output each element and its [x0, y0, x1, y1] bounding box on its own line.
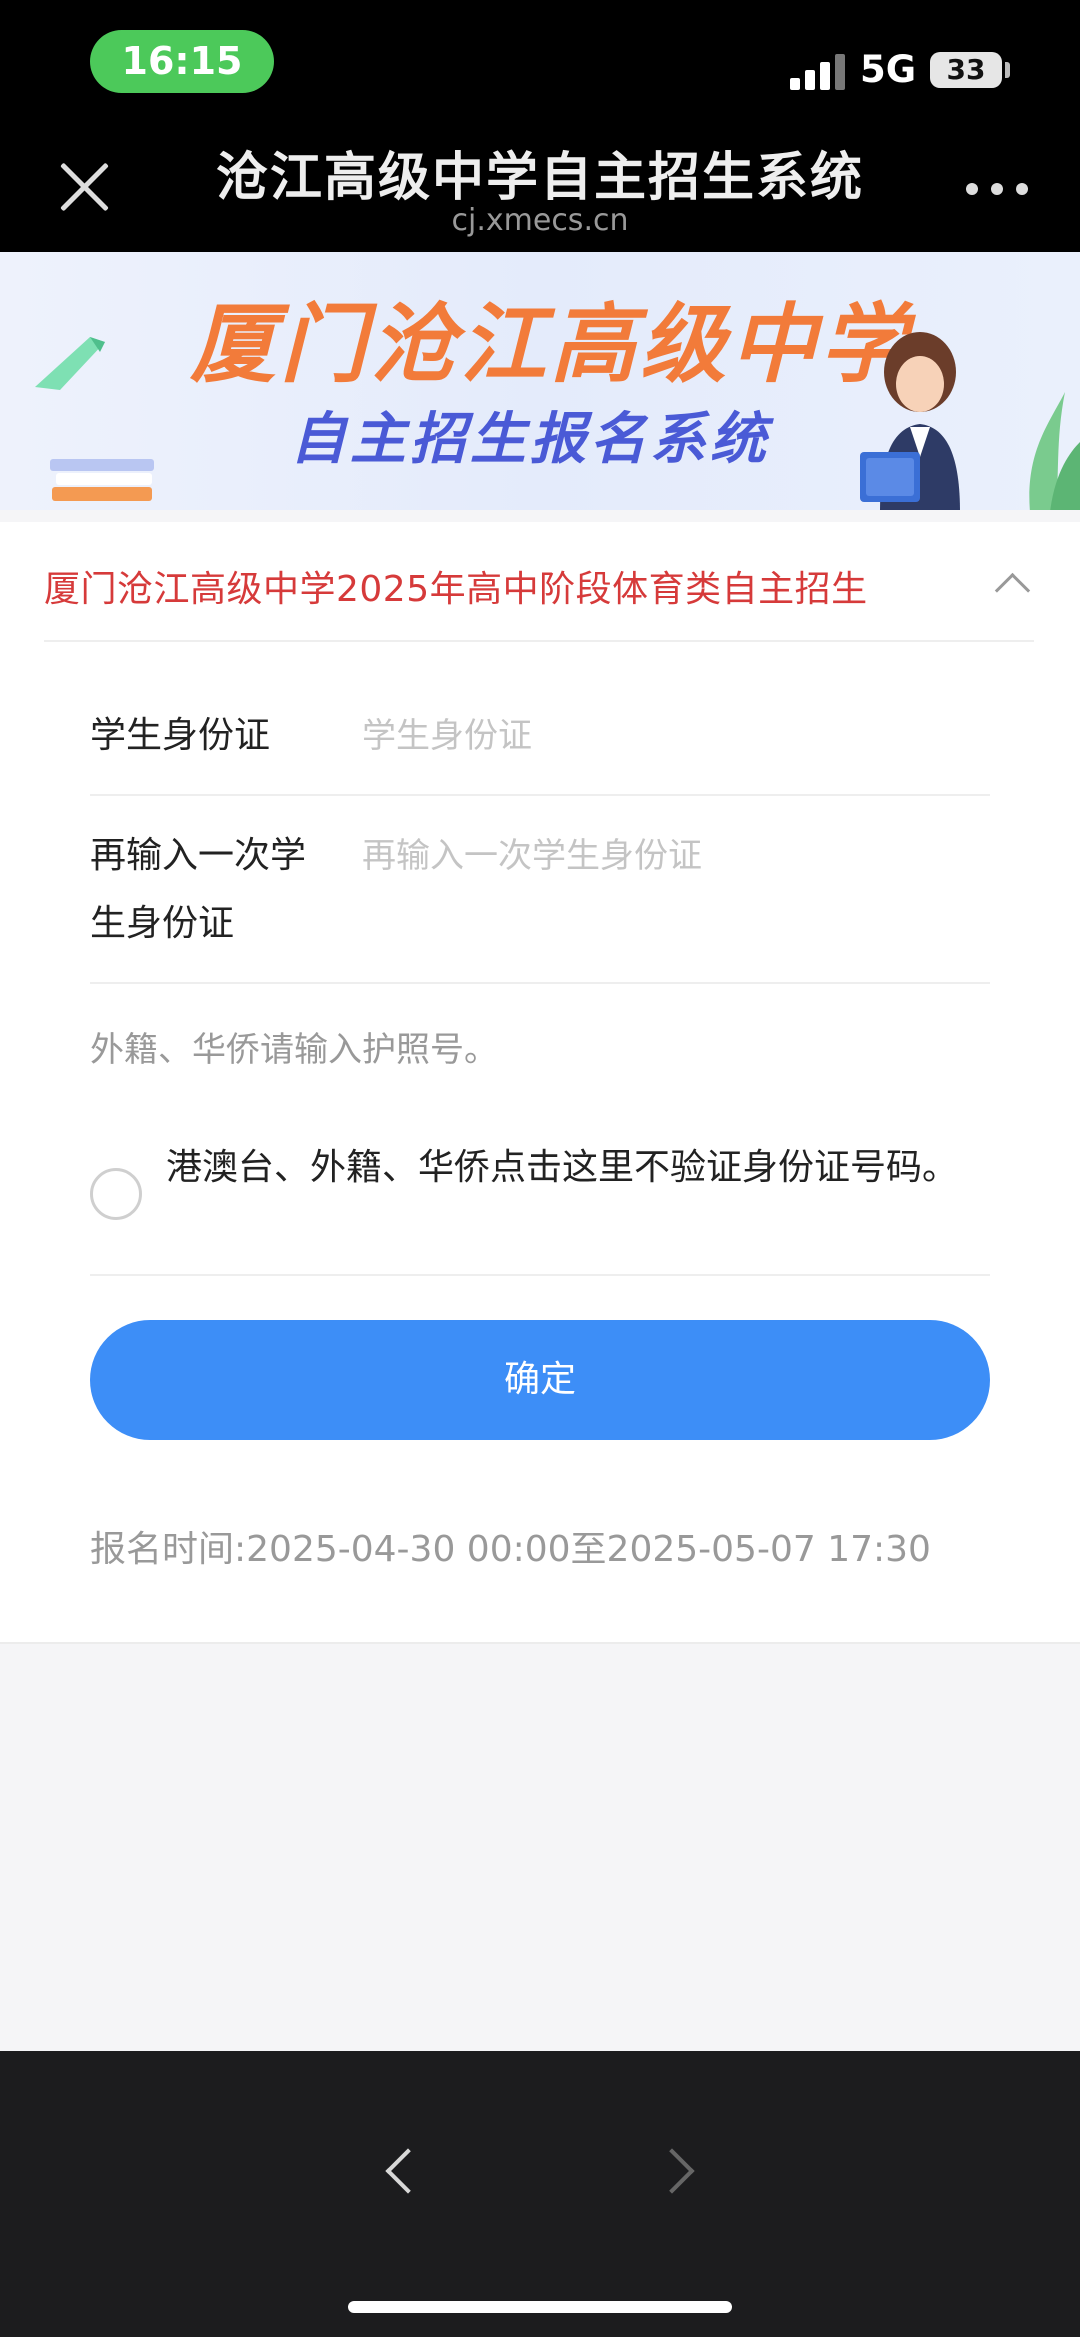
teacher-illustration-icon [860, 332, 1080, 510]
books-decoration-icon [50, 459, 154, 501]
browser-bottom-bar [0, 2051, 1080, 2337]
confirm-student-id-label: 再输入一次学生身份证 [90, 835, 307, 944]
signal-icon [790, 50, 850, 90]
registration-card: 厦门沧江高级中学2025年高中阶段体育类自主招生 学生身份证 再输入一次学生身份… [0, 522, 1080, 1644]
field-divider [90, 1274, 990, 1276]
more-icon[interactable] [966, 183, 1028, 195]
chevron-left-icon[interactable] [376, 2143, 426, 2203]
status-time: 16:15 [90, 30, 274, 93]
close-icon[interactable] [52, 155, 116, 219]
confirm-student-id-input[interactable] [362, 826, 1002, 886]
chevron-right-icon[interactable] [654, 2143, 704, 2203]
school-banner: 厦门沧江高级中学 自主招生报名系统 [0, 252, 1080, 510]
battery-icon: 33 [930, 52, 1002, 88]
passport-hint: 外籍、华侨请输入护照号。 [90, 1030, 498, 1070]
chevron-up-icon[interactable] [992, 564, 1032, 604]
section-divider [44, 640, 1034, 642]
banner-subtitle: 自主招生报名系统 [290, 407, 770, 472]
network-type: 5G [860, 48, 917, 91]
leaf-decoration-icon [35, 337, 105, 390]
banner-title: 厦门沧江高级中学 [190, 295, 910, 395]
page-url: cj.xmecs.cn [451, 203, 629, 238]
page-title: 沧江高级中学自主招生系统 [215, 148, 864, 208]
home-indicator[interactable] [348, 2301, 732, 2313]
battery-tip [1005, 62, 1010, 78]
student-id-input[interactable] [362, 706, 1002, 766]
skip-validation-radio[interactable] [90, 1168, 142, 1220]
field-divider [90, 794, 990, 796]
field-divider [90, 982, 990, 984]
status-bar: 16:15 5G 33 [0, 0, 1080, 125]
registration-time: 报名时间:2025-04-30 00:00至2025-05-07 17:30 [90, 1529, 931, 1570]
confirm-button[interactable]: 确定 [90, 1320, 990, 1440]
skip-validation-label[interactable]: 港澳台、外籍、华侨点击这里不验证身份证号码。 [166, 1134, 986, 1202]
card-bottom-divider [0, 1642, 1080, 1644]
section-title[interactable]: 厦门沧江高级中学2025年高中阶段体育类自主招生 [44, 560, 868, 612]
student-id-label: 学生身份证 [90, 715, 271, 756]
webview-header: 沧江高级中学自主招生系统 cj.xmecs.cn [0, 125, 1080, 252]
